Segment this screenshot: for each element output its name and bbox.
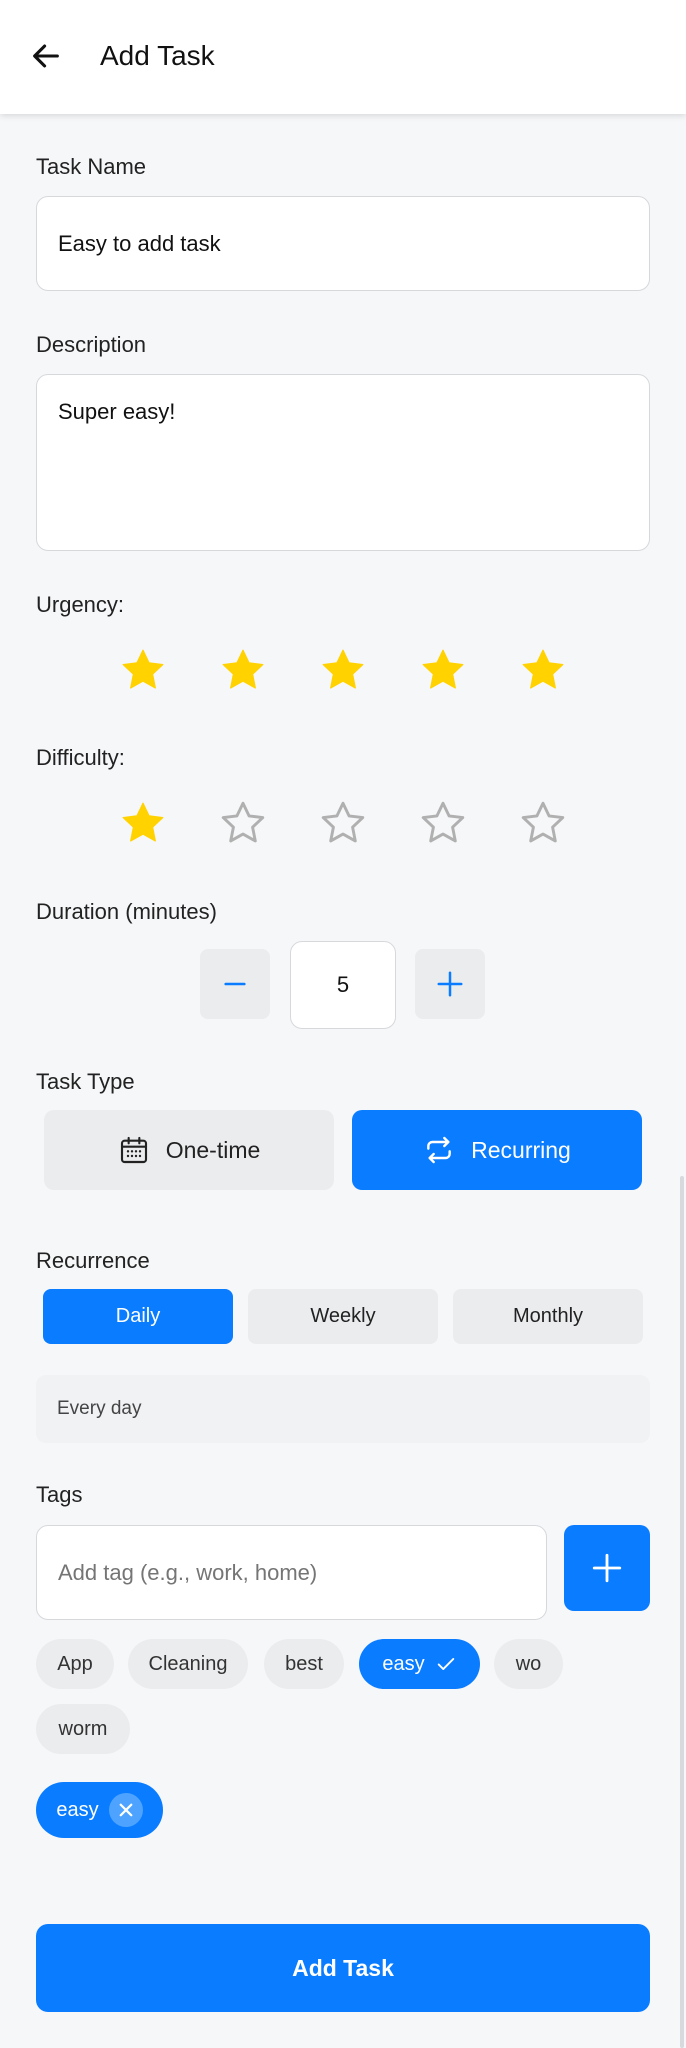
recurring-label: Recurring (471, 1136, 571, 1163)
urgency-label: Urgency: (36, 592, 125, 617)
description-value: Super easy! (58, 399, 176, 424)
add-task-label: Add Task (292, 1954, 394, 1981)
urgency-star-4[interactable] (415, 642, 471, 698)
difficulty-star-1[interactable] (115, 795, 171, 851)
description-label: Description (36, 332, 147, 357)
urgency-rating (0, 642, 686, 698)
plus-icon (592, 1553, 622, 1583)
selected-tag-easy: easy (36, 1782, 163, 1838)
recurrence-daily-button[interactable]: Daily (43, 1289, 233, 1344)
task-name-label: Task Name (36, 154, 147, 179)
duration-value[interactable]: 5 (290, 941, 396, 1029)
one-time-button[interactable]: One-time (44, 1110, 334, 1190)
tag-chip-best[interactable]: best (264, 1639, 344, 1689)
close-icon (119, 1803, 132, 1817)
app-bar: Add Task (0, 0, 686, 114)
minus-icon (224, 982, 246, 986)
weekly-label: Weekly (310, 1305, 376, 1327)
tag-chip-label: Cleaning (148, 1652, 228, 1675)
recurrence-summary: Every day (36, 1375, 650, 1443)
star-outline-icon (421, 801, 465, 843)
decrement-button[interactable] (200, 949, 270, 1019)
star-filled-icon (522, 649, 564, 689)
plus-icon (437, 971, 463, 997)
recurrence-monthly-button[interactable]: Monthly (453, 1289, 643, 1344)
tag-chip-wo[interactable]: wo (494, 1639, 563, 1689)
task-name-value: Easy to add task (58, 230, 221, 256)
difficulty-star-4[interactable] (415, 795, 471, 851)
add-tag-button[interactable] (564, 1525, 650, 1611)
page-title: Add Task (100, 40, 215, 71)
star-filled-icon (222, 649, 264, 689)
tag-chip-easy[interactable]: easy (359, 1639, 480, 1689)
recurrence-weekly-button[interactable]: Weekly (248, 1289, 438, 1344)
tag-chip-label: easy (382, 1652, 425, 1675)
difficulty-star-3[interactable] (315, 795, 371, 851)
increment-button[interactable] (415, 949, 485, 1019)
tag-chip-cleaning[interactable]: Cleaning (128, 1639, 248, 1689)
star-filled-icon (322, 649, 364, 689)
tag-chip-label: App (57, 1652, 93, 1675)
recurring-button[interactable]: Recurring (352, 1110, 642, 1190)
star-outline-icon (521, 801, 565, 843)
scrollbar[interactable] (680, 1176, 684, 2048)
remove-tag-button[interactable] (108, 1793, 143, 1827)
calendar-icon (120, 1136, 147, 1164)
urgency-star-2[interactable] (215, 642, 271, 698)
arrow-left-icon (33, 44, 59, 68)
urgency-star-3[interactable] (315, 642, 371, 698)
task-name-input[interactable]: Easy to add task (36, 196, 650, 291)
check-icon (437, 1658, 454, 1670)
difficulty-rating (0, 795, 686, 851)
tag-chip-label: best (285, 1652, 323, 1675)
tag-chip-label: worm (58, 1717, 108, 1740)
difficulty-star-5[interactable] (515, 795, 571, 851)
description-input[interactable]: Super easy! (36, 374, 650, 551)
selected-tag-label: easy (56, 1798, 99, 1821)
monthly-label: Monthly (512, 1305, 584, 1327)
star-outline-icon (221, 801, 265, 843)
task-type-label: Task Type (36, 1069, 135, 1094)
repeat-icon (427, 1136, 452, 1164)
tags-label: Tags (36, 1482, 83, 1507)
star-filled-icon (422, 649, 464, 689)
back-button[interactable] (28, 38, 64, 74)
tag-input[interactable] (36, 1525, 547, 1620)
one-time-label: One-time (165, 1136, 261, 1163)
recurrence-label: Recurrence (36, 1248, 150, 1273)
duration-label: Duration (minutes) (36, 899, 217, 924)
urgency-star-1[interactable] (115, 642, 171, 698)
tag-chip-app[interactable]: App (36, 1639, 114, 1689)
daily-label: Daily (115, 1305, 161, 1327)
tag-chip-label: wo (515, 1652, 542, 1675)
difficulty-label: Difficulty: (36, 745, 125, 770)
star-filled-icon (122, 649, 164, 689)
difficulty-star-2[interactable] (215, 795, 271, 851)
star-filled-icon (122, 802, 164, 842)
tag-chip-worm[interactable]: worm (36, 1704, 130, 1754)
add-task-button[interactable]: Add Task (36, 1924, 650, 2012)
star-outline-icon (321, 801, 365, 843)
urgency-star-5[interactable] (515, 642, 571, 698)
